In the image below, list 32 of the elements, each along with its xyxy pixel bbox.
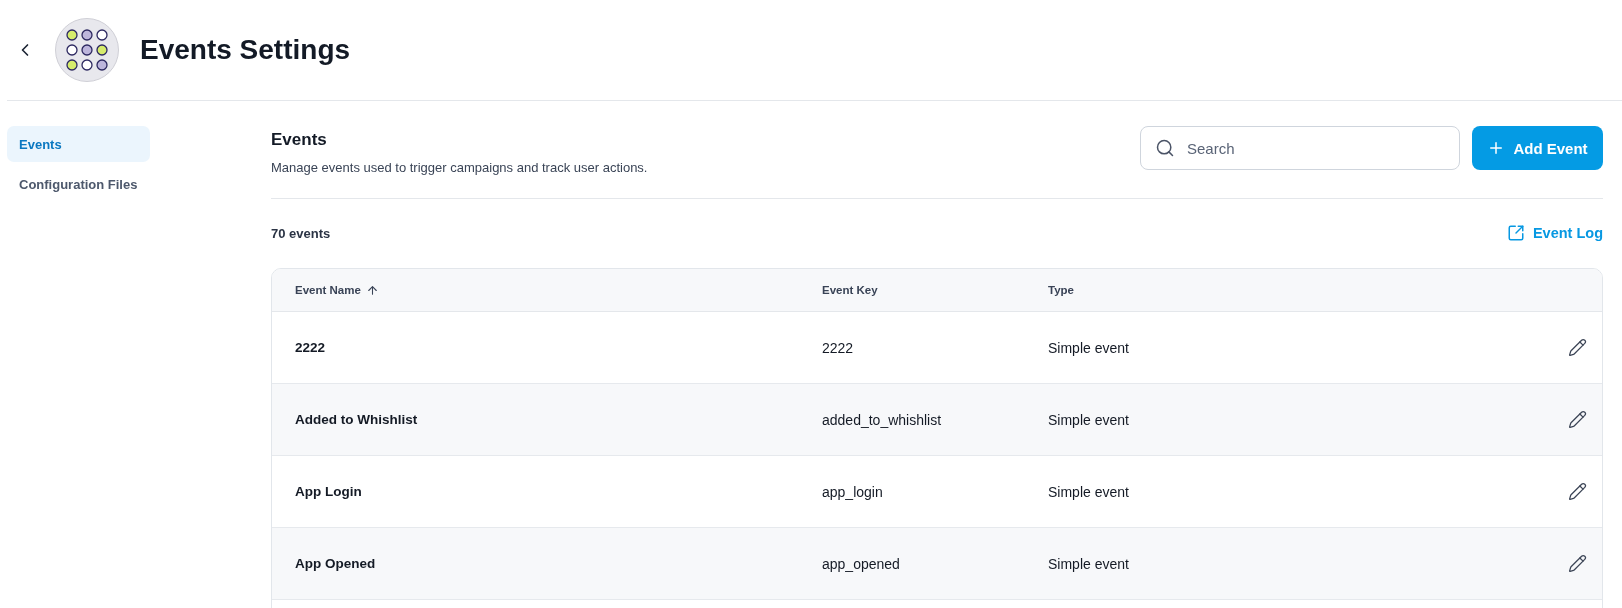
event-name: 2222 — [295, 340, 326, 355]
sidebar-item[interactable]: Events — [7, 126, 150, 162]
event-key: app_login — [822, 483, 883, 500]
search-icon — [1155, 138, 1175, 158]
event-type: Simple event — [1048, 339, 1129, 356]
dot-grid-logo-icon — [55, 18, 119, 82]
event-key: 2222 — [822, 339, 854, 356]
event-type: Simple event — [1048, 555, 1129, 572]
pencil-icon[interactable] — [1568, 338, 1587, 357]
column-header: Type — [1048, 284, 1074, 296]
add-event-button[interactable]: Add Event — [1472, 126, 1603, 170]
pencil-icon[interactable] — [1568, 410, 1587, 429]
pencil-icon[interactable] — [1568, 554, 1587, 573]
page-title: Events Settings — [140, 33, 351, 67]
section-title: Events — [271, 130, 328, 150]
arrow-up-icon[interactable] — [365, 283, 379, 297]
pencil-icon[interactable] — [1568, 482, 1587, 501]
event-log-link[interactable]: Event Log — [1506, 224, 1603, 242]
event-key: added_to_whishlist — [822, 411, 942, 428]
search-field[interactable]: Search — [1140, 126, 1460, 170]
event-type: Simple event — [1048, 483, 1129, 500]
column-header: Event Key — [822, 284, 878, 296]
event-name: Added to Whishlist — [295, 412, 418, 427]
event-key: app_opened — [822, 555, 900, 572]
event-name: App Opened — [295, 556, 376, 571]
event-name: App Login — [295, 484, 362, 499]
event-type: Simple event — [1048, 411, 1129, 428]
event-count: 70 events — [271, 225, 331, 241]
external-link-icon — [1506, 224, 1525, 242]
section-description: Manage events used to trigger campaigns and track user actions. — [271, 159, 648, 177]
column-header: Event Name — [295, 284, 361, 296]
sidebar-item[interactable]: Configuration Files — [7, 166, 150, 202]
